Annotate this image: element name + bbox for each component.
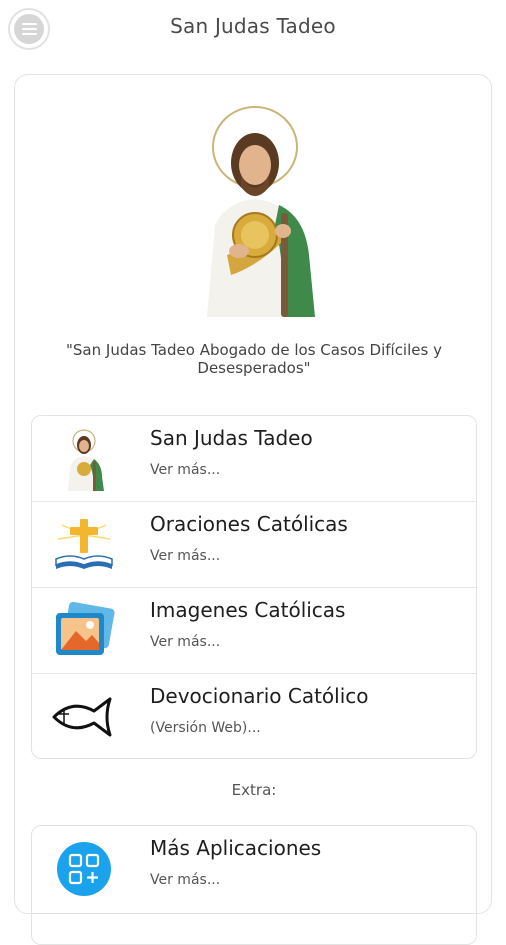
menu-item-subtitle: Ver más... — [150, 548, 221, 564]
apps-plus-icon — [57, 842, 111, 896]
hero-quote: "San Judas Tadeo Abogado de los Casos Di… — [66, 341, 442, 377]
menu-item-san-judas-tadeo[interactable]: San Judas Tadeo Ver más... — [32, 416, 476, 502]
menu-item-mas-aplicaciones[interactable]: Más Aplicaciones Ver más... — [32, 826, 476, 912]
hamburger-menu-icon — [14, 14, 44, 44]
menu-item-title: San Judas Tadeo — [150, 426, 313, 450]
menu-item-title: Más Aplicaciones — [150, 836, 322, 860]
menu-item-title: Oraciones Católicas — [150, 512, 348, 536]
image-gallery-icon — [56, 601, 115, 655]
app-bar: San Judas Tadeo — [0, 0, 506, 52]
hamburger-menu-button[interactable] — [8, 8, 50, 50]
page-title: San Judas Tadeo — [170, 14, 336, 38]
menu-item-subtitle: Ver más... — [150, 634, 221, 650]
menu-item-devocionario-catolico[interactable]: Devocionario Católico (Versión Web)... — [32, 674, 476, 758]
extra-menu-list: Más Aplicaciones Ver más... — [31, 825, 477, 945]
menu-item-imagenes-catolicas[interactable]: Imagenes Católicas Ver más... — [32, 588, 476, 674]
ichthys-fish-icon — [52, 697, 112, 737]
menu-item-subtitle: Ver más... — [150, 872, 221, 888]
saint-jude-statue-image — [207, 106, 315, 317]
menu-item-subtitle: (Versión Web)... — [150, 720, 261, 736]
main-card: "San Judas Tadeo Abogado de los Casos Di… — [14, 74, 492, 945]
cross-bible-icon — [55, 519, 113, 569]
menu-item-title: Imagenes Católicas — [150, 598, 346, 622]
saint-jude-icon — [68, 429, 104, 491]
menu-item-subtitle: Ver más... — [150, 462, 221, 478]
menu-item-oraciones-catolicas[interactable]: Oraciones Católicas Ver más... — [32, 502, 476, 588]
menu-item-title: Devocionario Católico — [150, 684, 369, 708]
main-menu-list: San Judas Tadeo Ver más... Oraciones Cat… — [31, 415, 477, 759]
extra-section-label: Extra: — [231, 781, 277, 799]
